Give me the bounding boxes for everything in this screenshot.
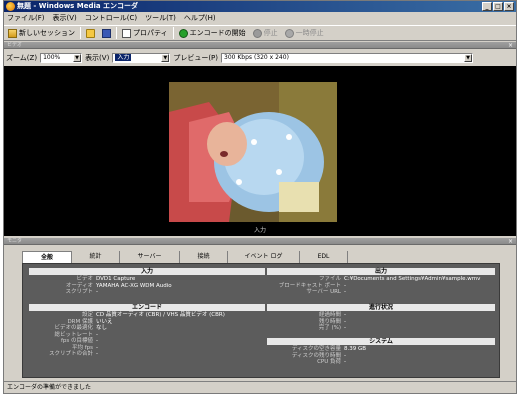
view-label: 表示(V) <box>85 54 110 62</box>
toolbar-separator <box>116 27 117 39</box>
baby-video-image <box>169 82 337 222</box>
open-button[interactable] <box>84 27 97 40</box>
output-section-title: 出力 <box>267 268 495 275</box>
media-encoder-icon <box>6 2 15 11</box>
properties-button[interactable]: プロパティ <box>120 27 170 40</box>
system-row: CPU 負荷 - <box>317 359 346 365</box>
tab-edl[interactable]: EDL <box>300 251 348 263</box>
video-preview-area: 入力 <box>4 66 516 236</box>
tab-statistics[interactable]: 統計 <box>72 251 120 263</box>
stop-button[interactable]: 停止 <box>251 27 280 40</box>
zoom-value: 100% <box>43 54 61 61</box>
monitor-pane-label: モニタ <box>7 238 23 244</box>
tab-server[interactable]: サーバー <box>120 251 180 263</box>
toolbar-separator <box>172 27 174 39</box>
preview-select[interactable]: 300 Kbps (320 x 240) ▼ <box>221 53 474 63</box>
start-icon <box>178 28 188 38</box>
save-icon <box>102 28 111 38</box>
tab-event-log[interactable]: イベント ログ <box>228 251 300 263</box>
encoder-window: 無題 - Windows Media エンコーダ _ □ × ファイル(F) 表… <box>3 0 517 394</box>
status-text: エンコーダの準備ができました <box>7 384 92 391</box>
new-session-label: 新しいセッション <box>19 29 75 37</box>
toolbar-separator <box>80 27 81 39</box>
input-row: スクリプト - <box>65 289 98 295</box>
window-title: 無題 - Windows Media エンコーダ <box>17 2 139 10</box>
open-folder-icon <box>86 28 95 38</box>
menu-bar: ファイル(F) 表示(V) コントロール(C) ツール(T) ヘルプ(H) <box>4 13 516 24</box>
encode-section-title: エンコード <box>29 304 265 311</box>
video-caption: 入力 <box>253 227 266 234</box>
title-bar[interactable]: 無題 - Windows Media エンコーダ _ □ × <box>4 1 516 12</box>
toolbar: 新しいセッション プロパティ エンコードの開始 停止 一時停止 <box>4 25 516 41</box>
close-button[interactable]: × <box>504 2 514 11</box>
chevron-down-icon: ▼ <box>161 54 170 62</box>
pause-button[interactable]: 一時停止 <box>283 27 326 40</box>
zoom-select[interactable]: 100% ▼ <box>40 53 83 63</box>
video-pane-label: ビデオ <box>7 42 23 48</box>
view-value: 入力 <box>115 54 132 61</box>
system-section-title: システム <box>267 338 495 345</box>
zoom-label: ズーム(Z) <box>6 54 38 62</box>
menu-help[interactable]: ヘルプ(H) <box>184 13 216 24</box>
minimize-button[interactable]: _ <box>482 2 492 11</box>
chevron-down-icon: ▼ <box>73 54 82 62</box>
properties-icon <box>122 28 131 38</box>
monitor-info-panel: 入力 ビデオ DVD1 Capture オーディオ YAMAHA AC-XG WDM… <box>22 263 500 378</box>
start-encoding-label: エンコードの開始 <box>189 29 246 37</box>
tab-connection[interactable]: 接続 <box>180 251 228 263</box>
progress-row: 完了 (%) - <box>318 325 346 331</box>
menu-tools[interactable]: ツール(T) <box>145 13 176 24</box>
status-bar: エンコーダの準備ができました <box>4 381 516 393</box>
start-encoding-button[interactable]: エンコードの開始 <box>177 27 248 40</box>
view-select[interactable]: 入力 ▼ <box>112 53 171 63</box>
maximize-button[interactable]: □ <box>493 2 503 11</box>
menu-view[interactable]: 表示(V) <box>53 13 77 24</box>
encode-row: スクリプトの合計 - <box>48 351 98 357</box>
save-button[interactable] <box>100 27 113 40</box>
output-row: サーバー URL - <box>306 289 346 295</box>
preview-label: プレビュー(P) <box>173 54 219 62</box>
menu-control[interactable]: コントロール(C) <box>85 13 137 24</box>
video-pane-header: ビデオ × <box>4 42 516 49</box>
video-controls-row: ズーム(Z) 100% ▼ 表示(V) 入力 ▼ プレビュー(P) 300 Kb… <box>4 51 516 65</box>
pane-close-icon[interactable]: × <box>508 42 513 49</box>
preview-value: 300 Kbps (320 x 240) <box>224 54 289 61</box>
chevron-down-icon: ▼ <box>464 54 473 62</box>
new-session-icon <box>8 28 17 38</box>
new-session-button[interactable]: 新しいセッション <box>6 27 77 40</box>
input-video-frame <box>169 82 337 222</box>
properties-label: プロパティ <box>133 29 168 37</box>
stop-icon <box>252 28 262 38</box>
pane-close-icon[interactable]: × <box>508 238 513 245</box>
monitor-pane-header: モニタ × <box>4 238 516 245</box>
monitor-tabs: 全般 統計 サーバー 接続 イベント ログ EDL <box>22 251 500 263</box>
pause-icon <box>284 28 294 38</box>
input-section-title: 入力 <box>29 268 265 275</box>
pause-label: 一時停止 <box>295 29 324 37</box>
stop-label: 停止 <box>263 29 278 37</box>
tab-general[interactable]: 全般 <box>22 251 72 263</box>
progress-section-title: 進行状況 <box>267 304 495 311</box>
menu-file[interactable]: ファイル(F) <box>7 13 45 24</box>
